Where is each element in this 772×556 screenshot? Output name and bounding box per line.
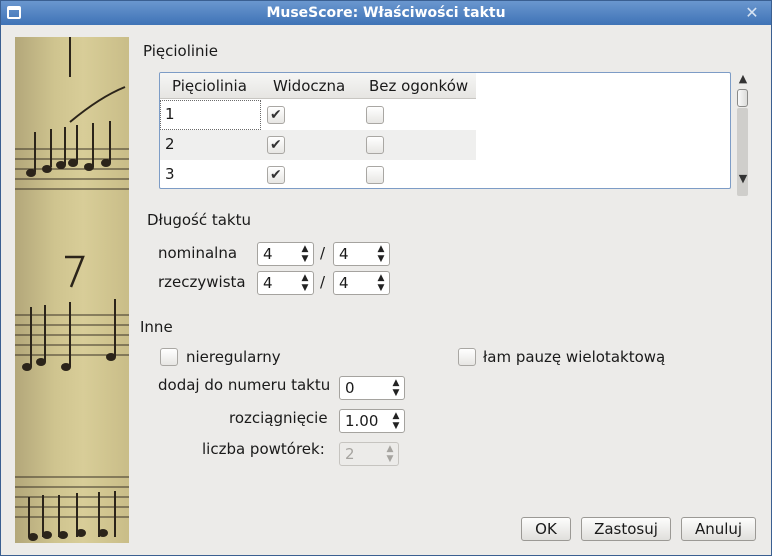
visible-checkbox[interactable]: ✔ [267,136,285,154]
table-row[interactable]: 1 ✔ [160,100,476,130]
nominal-label: nominalna [158,244,238,262]
column-header-visible[interactable]: Widoczna [261,73,357,99]
window-menu-icon[interactable] [7,6,21,19]
window-title: MuseScore: Właściwości taktu [266,5,506,21]
stretch-label: rozciągnięcie [229,409,328,427]
scroll-down-icon[interactable]: ▼ [734,172,752,186]
spin-value: 2 [345,445,355,463]
staves-section-title: Pięciolinie [143,42,218,60]
table-row[interactable]: 3 ✔ [160,160,476,188]
spin-value: 0 [345,379,355,397]
actual-denominator-spinbox[interactable]: 4 ▲ ▼ [333,271,390,295]
add-to-number-spinbox[interactable]: 0 ▲ ▼ [339,376,405,400]
spin-value: 4 [339,274,349,292]
actual-numerator-spinbox[interactable]: 4 ▲ ▼ [257,271,314,295]
check-icon: ✔ [270,107,282,123]
dialog-window: MuseScore: Właściwości taktu ✕ Pięciolin… [0,0,772,556]
stretch-spinbox[interactable]: 1.00 ▲ ▼ [339,409,405,433]
spin-value: 1.00 [345,412,379,430]
score-side-image [15,37,129,543]
spin-arrows-icon[interactable]: ▲ ▼ [376,273,386,293]
irregular-checkbox[interactable] [160,348,178,366]
repeat-count-label: liczba powtórek: [202,440,325,458]
table-row[interactable]: 2 ✔ [160,130,476,160]
spin-arrows-icon[interactable]: ▲ ▼ [376,244,386,264]
spin-arrows-icon[interactable]: ▲ ▼ [391,411,401,431]
check-icon: ✔ [270,137,282,153]
sheet-music-image [15,37,129,541]
spin-arrows-icon[interactable]: ▲ ▼ [300,244,310,264]
break-mmrest-label: łam pauzę wielotaktową [483,348,666,366]
staff-number: 2 [165,135,175,153]
stemless-checkbox[interactable] [366,166,384,184]
spin-arrows-icon[interactable]: ▲ ▼ [300,273,310,293]
stemless-checkbox[interactable] [366,106,384,124]
fraction-separator: / [320,273,326,291]
ok-button[interactable]: OK [521,517,571,541]
break-mmrest-checkbox[interactable] [458,348,476,366]
irregular-label: nieregularny [186,348,281,366]
table-scrollbar[interactable]: ▲ ▼ [734,72,752,196]
fraction-separator: / [320,244,326,262]
scroll-up-icon[interactable]: ▲ [734,72,752,86]
title-bar[interactable]: MuseScore: Właściwości taktu ✕ [1,1,771,25]
staves-table[interactable]: Pięciolinia Widoczna Bez ogonków 1 ✔ 2 ✔… [159,72,731,189]
visible-checkbox[interactable]: ✔ [267,106,285,124]
cancel-button[interactable]: Anuluj [681,517,756,541]
spin-value: 4 [339,245,349,263]
spin-value: 4 [263,245,273,263]
apply-button[interactable]: Zastosuj [581,517,671,541]
staff-number: 3 [165,165,175,183]
staff-number: 1 [165,105,175,123]
selected-cell-focus [160,100,261,130]
spin-arrows-icon: ▲ ▼ [386,444,394,464]
scroll-thumb[interactable] [737,89,748,107]
add-to-number-label: dodaj do numeru taktu [158,376,331,394]
column-header-stemless[interactable]: Bez ogonków [357,73,476,99]
repeat-count-spinbox: 2 ▲ ▼ [339,442,399,466]
other-section-title: Inne [140,318,173,336]
column-header-staff[interactable]: Pięciolinia [160,73,261,99]
visible-checkbox[interactable]: ✔ [267,166,285,184]
check-icon: ✔ [270,167,282,183]
spin-value: 4 [263,274,273,292]
spin-arrows-icon[interactable]: ▲ ▼ [391,378,401,398]
close-icon[interactable]: ✕ [743,4,761,22]
length-section-title: Długość taktu [147,211,251,229]
nominal-denominator-spinbox[interactable]: 4 ▲ ▼ [333,242,390,266]
nominal-numerator-spinbox[interactable]: 4 ▲ ▼ [257,242,314,266]
actual-label: rzeczywista [158,273,246,291]
stemless-checkbox[interactable] [366,136,384,154]
